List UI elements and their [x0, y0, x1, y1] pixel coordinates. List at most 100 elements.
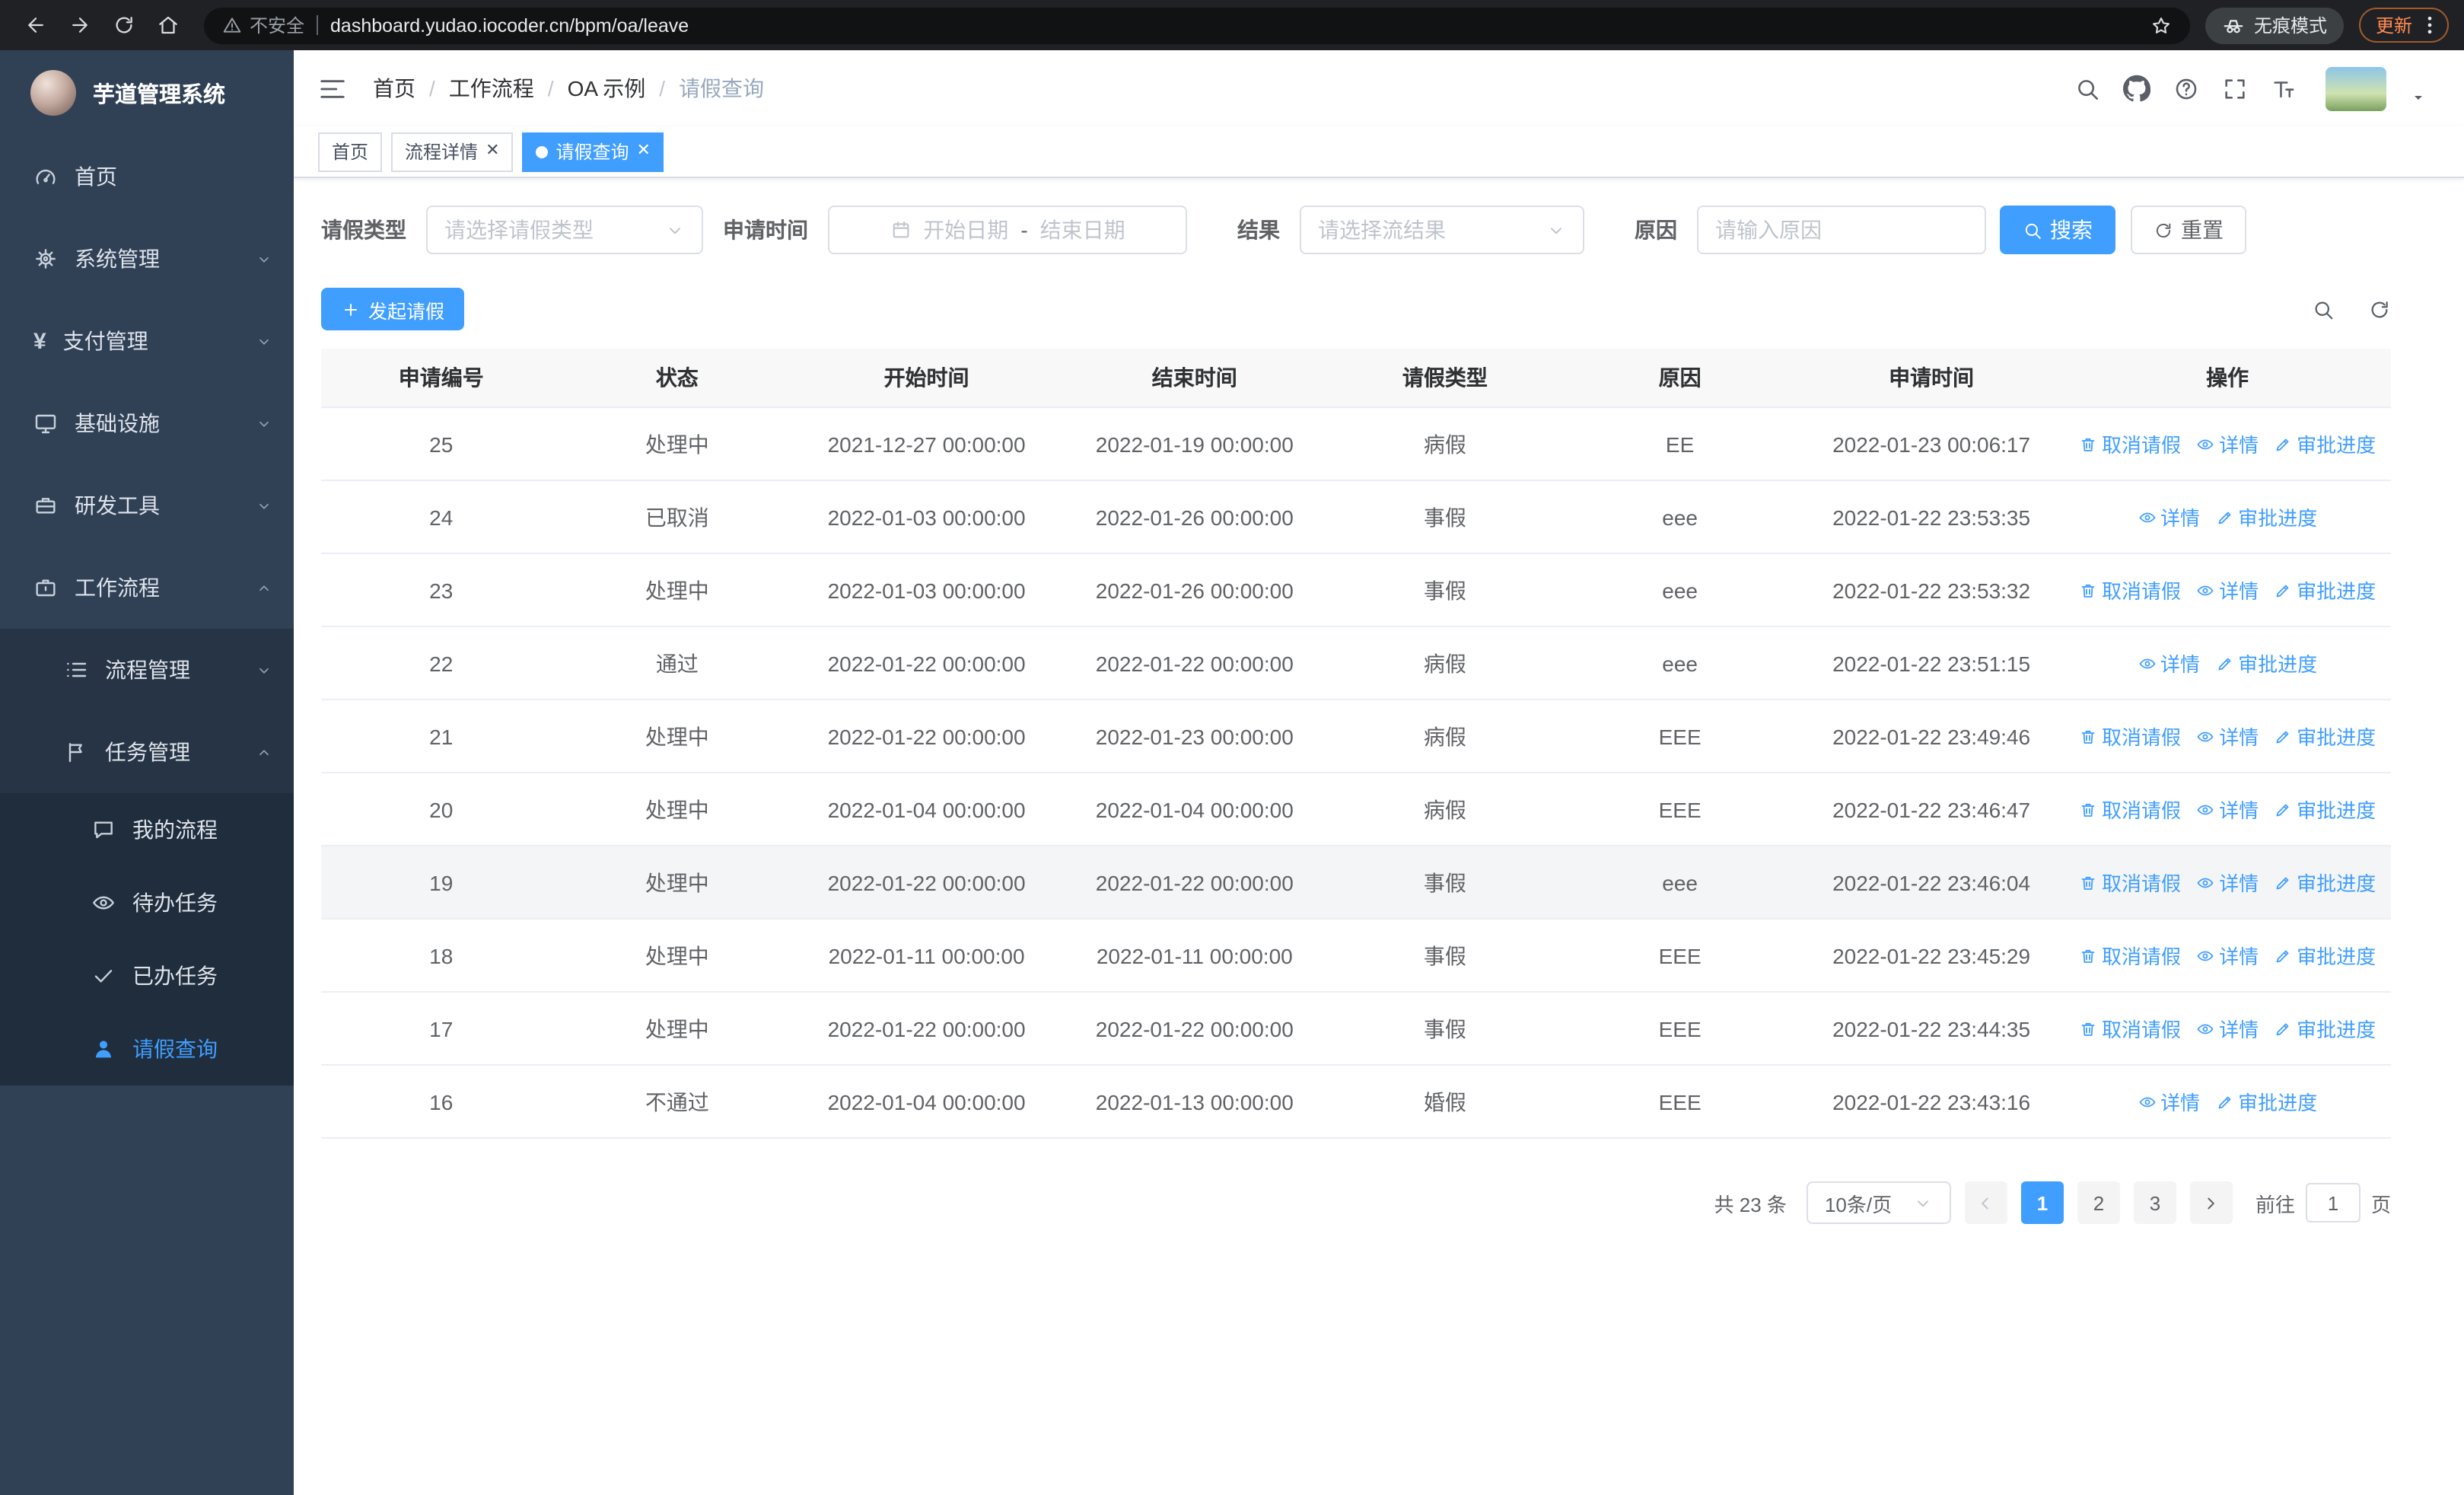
sidebar-item-todo-tasks[interactable]: 待办任务: [0, 866, 294, 939]
reset-button[interactable]: 重置: [2131, 206, 2246, 254]
user-avatar[interactable]: [2326, 66, 2386, 110]
cell-status: 不通过: [561, 1065, 794, 1139]
pagination: 共 23 条 10条/页 1 2 3 前往 页: [321, 1181, 2391, 1224]
approval-progress-link[interactable]: 审批进度: [2274, 429, 2376, 458]
goto-label: 前往: [2255, 1193, 2295, 1216]
url-divider: [317, 15, 319, 35]
browser-home-button[interactable]: [148, 5, 189, 46]
cell-status: 处理中: [561, 407, 794, 481]
tab-leave-query[interactable]: 请假查询 ✕: [522, 132, 664, 171]
fullscreen-icon[interactable]: [2222, 75, 2248, 101]
cancel-leave-link[interactable]: 取消请假: [2079, 1014, 2181, 1043]
cancel-leave-link[interactable]: 取消请假: [2079, 429, 2181, 458]
cancel-leave-link[interactable]: 取消请假: [2079, 575, 2181, 604]
sidebar-item-process-management[interactable]: 流程管理: [0, 629, 294, 711]
create-leave-button[interactable]: 发起请假: [321, 288, 465, 330]
detail-link[interactable]: 详情: [2196, 722, 2259, 751]
detail-link[interactable]: 详情: [2138, 502, 2200, 531]
sidebar-item-payment[interactable]: ¥ 支付管理: [0, 300, 294, 382]
detail-link[interactable]: 详情: [2196, 575, 2259, 604]
approval-progress-link[interactable]: 审批进度: [2274, 575, 2376, 604]
github-icon[interactable]: [2123, 75, 2150, 102]
detail-link[interactable]: 详情: [2138, 1087, 2200, 1116]
tab-home[interactable]: 首页: [318, 132, 383, 171]
detail-link[interactable]: 详情: [2196, 1014, 2259, 1043]
result-select[interactable]: 请选择流结果: [1300, 206, 1584, 254]
prev-page-button[interactable]: [1964, 1181, 2007, 1224]
sidebar-item-dev-tools[interactable]: 研发工具: [0, 464, 294, 547]
sidebar-item-task-management[interactable]: 任务管理: [0, 711, 294, 793]
detail-link[interactable]: 详情: [2196, 429, 2259, 458]
approval-progress-link[interactable]: 审批进度: [2215, 1087, 2317, 1116]
list-icon: [64, 658, 88, 682]
sidebar-item-leave-query[interactable]: 请假查询: [0, 1012, 294, 1085]
browser-back-button[interactable]: [15, 5, 56, 46]
goto-page-input[interactable]: [2305, 1183, 2361, 1222]
refresh-table-icon[interactable]: [2368, 298, 2391, 320]
table-row: 21 处理中 2022-01-22 00:00:00 2022-01-23 00…: [321, 700, 2391, 773]
approval-progress-link[interactable]: 审批进度: [2274, 722, 2376, 751]
cancel-leave-link[interactable]: 取消请假: [2079, 941, 2181, 970]
browser-menu-icon[interactable]: [2418, 14, 2441, 37]
approval-progress-link[interactable]: 审批进度: [2274, 941, 2376, 970]
cell-actions: 详情 审批进度: [2064, 480, 2391, 554]
approval-progress-link[interactable]: 审批进度: [2274, 868, 2376, 897]
sidebar-collapse-button[interactable]: [318, 74, 347, 103]
breadcrumb-home[interactable]: 首页: [373, 73, 415, 104]
cancel-leave-link[interactable]: 取消请假: [2079, 795, 2181, 824]
sidebar-item-workflow[interactable]: 工作流程: [0, 547, 294, 629]
search-icon[interactable]: [2074, 75, 2100, 101]
breadcrumb-oa-example[interactable]: OA 示例: [568, 73, 646, 104]
page-button-3[interactable]: 3: [2133, 1181, 2176, 1224]
next-page-button[interactable]: [2189, 1181, 2233, 1224]
approval-progress-link[interactable]: 审批进度: [2274, 795, 2376, 824]
address-bar[interactable]: 不安全 dashboard.yudao.iocoder.cn/bpm/oa/le…: [204, 7, 2190, 43]
page-button-2[interactable]: 2: [2077, 1181, 2120, 1224]
search-button[interactable]: 搜索: [2000, 206, 2115, 254]
cell-status: 处理中: [561, 553, 794, 627]
trash-icon: [2079, 727, 2097, 745]
detail-link[interactable]: 详情: [2196, 868, 2259, 897]
cancel-leave-link[interactable]: 取消请假: [2079, 722, 2181, 751]
close-icon[interactable]: ✕: [637, 142, 651, 160]
page-button-1[interactable]: 1: [2020, 1181, 2064, 1224]
sidebar-item-infrastructure[interactable]: 基础设施: [0, 382, 294, 464]
detail-link[interactable]: 详情: [2138, 649, 2200, 677]
page-size-select[interactable]: 10条/页: [1806, 1181, 1951, 1224]
toggle-search-icon[interactable]: [2312, 298, 2335, 320]
trash-icon: [2079, 800, 2097, 818]
sidebar-item-system[interactable]: 系统管理: [0, 218, 294, 300]
cell-apply-time: 2022-01-22 23:53:32: [1799, 553, 2064, 627]
browser-update-button[interactable]: 更新: [2358, 8, 2449, 43]
col-actions: 操作: [2064, 349, 2391, 408]
breadcrumb-workflow[interactable]: 工作流程: [449, 73, 534, 104]
cancel-leave-link[interactable]: 取消请假: [2079, 868, 2181, 897]
bookmark-star-icon[interactable]: [2150, 14, 2172, 36]
trash-icon: [2079, 873, 2097, 891]
detail-link[interactable]: 详情: [2196, 795, 2259, 824]
apply-time-range-picker[interactable]: 开始日期 - 结束日期: [828, 206, 1187, 254]
cell-leave-type: 事假: [1329, 553, 1561, 627]
security-warning[interactable]: 不安全: [222, 12, 304, 38]
chevron-down-icon: [665, 220, 685, 240]
warning-icon: [222, 15, 242, 35]
leave-type-select[interactable]: 请选择请假类型: [426, 206, 703, 254]
approval-progress-link[interactable]: 审批进度: [2215, 502, 2317, 531]
cell-status: 处理中: [561, 992, 794, 1066]
app-logo[interactable]: 芋道管理系统: [0, 50, 294, 135]
sidebar-item-home[interactable]: 首页: [0, 135, 294, 218]
font-size-icon[interactable]: [2271, 75, 2297, 101]
cell-leave-type: 病假: [1329, 700, 1561, 773]
approval-progress-link[interactable]: 审批进度: [2215, 649, 2317, 677]
avatar-caret-icon[interactable]: [2409, 88, 2427, 106]
detail-link[interactable]: 详情: [2196, 941, 2259, 970]
close-icon[interactable]: ✕: [485, 142, 499, 160]
sidebar-item-my-processes[interactable]: 我的流程: [0, 793, 294, 866]
tab-process-detail[interactable]: 流程详情 ✕: [391, 132, 514, 171]
help-icon[interactable]: [2173, 75, 2199, 101]
reason-input[interactable]: [1697, 206, 1986, 254]
sidebar-item-done-tasks[interactable]: 已办任务: [0, 939, 294, 1012]
approval-progress-link[interactable]: 审批进度: [2274, 1014, 2376, 1043]
browser-forward-button[interactable]: [59, 5, 100, 46]
browser-reload-button[interactable]: [103, 5, 145, 46]
